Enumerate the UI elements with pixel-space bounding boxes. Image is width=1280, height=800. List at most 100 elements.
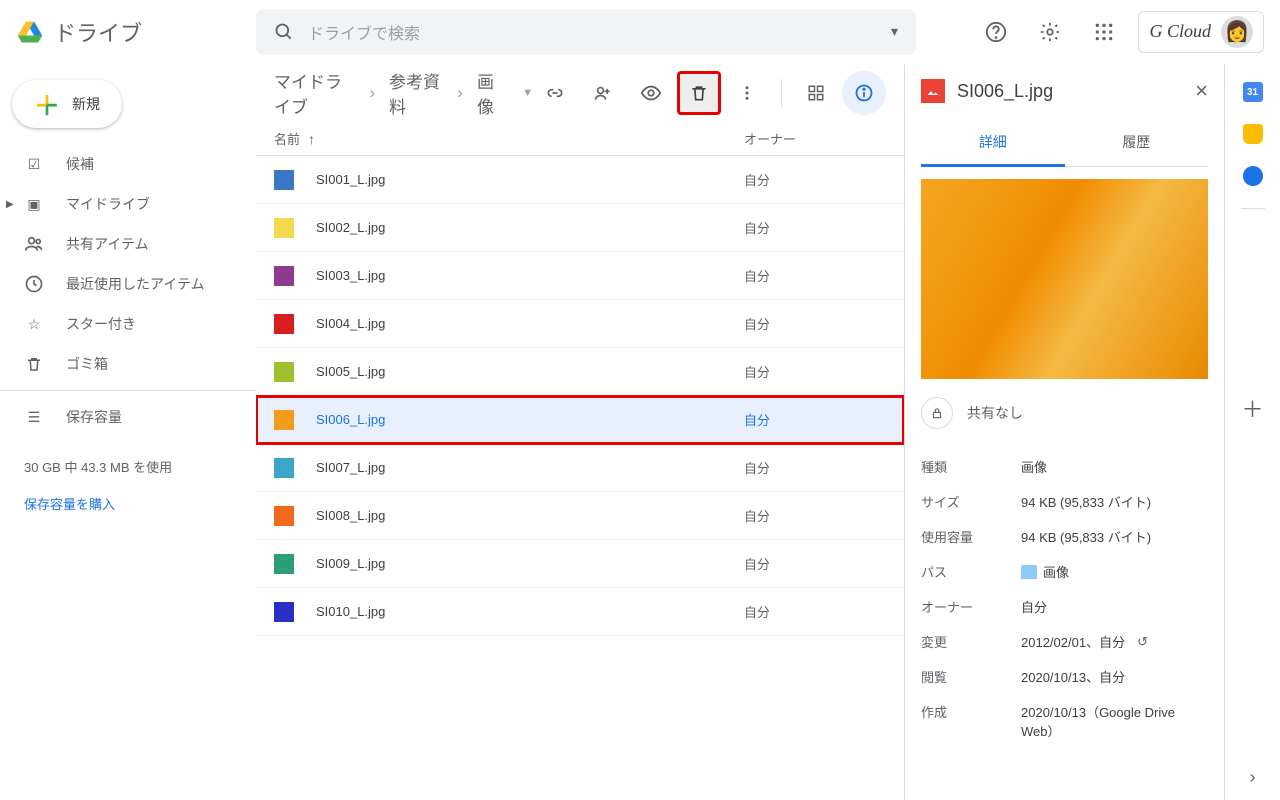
file-name: SI001_L.jpg bbox=[316, 172, 744, 187]
settings-icon[interactable] bbox=[1030, 12, 1070, 52]
file-row[interactable]: SI008_L.jpg自分 bbox=[256, 492, 904, 540]
nav-priority[interactable]: ☑候補 bbox=[0, 144, 256, 184]
share-status: 共有なし bbox=[921, 397, 1208, 429]
file-name: SI007_L.jpg bbox=[316, 460, 744, 475]
storage-buy-link[interactable]: 保存容量を購入 bbox=[24, 494, 232, 513]
search-input[interactable]: ドライブで検索 bbox=[308, 20, 891, 44]
clock-icon bbox=[24, 274, 44, 294]
logo-area[interactable]: ドライブ bbox=[16, 16, 256, 48]
file-name: SI006_L.jpg bbox=[316, 412, 744, 427]
delete-button[interactable] bbox=[677, 71, 721, 115]
col-owner[interactable]: オーナー bbox=[744, 129, 844, 148]
nav-trash[interactable]: ゴミ箱 bbox=[0, 344, 256, 384]
file-thumb bbox=[274, 362, 294, 382]
more-icon[interactable] bbox=[725, 71, 769, 115]
details-header: SI006_L.jpg × bbox=[921, 78, 1208, 104]
crumb-0[interactable]: マイドライブ bbox=[274, 68, 355, 118]
main: マイドライブ › 参考資料 › 画像 ▼ 名前↑ オーナー SI00 bbox=[256, 64, 904, 800]
search-dropdown-icon[interactable]: ▾ bbox=[891, 23, 898, 40]
drive-icon: ▣ bbox=[24, 196, 44, 213]
search-box[interactable]: ドライブで検索 ▾ bbox=[256, 9, 916, 55]
tab-details[interactable]: 詳細 bbox=[921, 120, 1065, 167]
divider bbox=[781, 79, 782, 107]
details-tabs: 詳細 履歴 bbox=[921, 120, 1208, 167]
avatar[interactable]: 👩 bbox=[1221, 16, 1253, 48]
file-row[interactable]: SI005_L.jpg自分 bbox=[256, 348, 904, 396]
file-row[interactable]: SI007_L.jpg自分 bbox=[256, 444, 904, 492]
file-thumb bbox=[274, 458, 294, 478]
toolbar-actions bbox=[533, 71, 886, 115]
file-owner: 自分 bbox=[744, 314, 770, 333]
close-icon[interactable]: × bbox=[1195, 78, 1208, 104]
account-label: G Cloud bbox=[1149, 21, 1211, 42]
details-title: SI006_L.jpg bbox=[957, 81, 1183, 102]
file-name: SI008_L.jpg bbox=[316, 508, 744, 523]
crumb-1[interactable]: 参考資料 bbox=[389, 68, 443, 118]
file-row[interactable]: SI001_L.jpg自分 bbox=[256, 156, 904, 204]
file-row[interactable]: SI010_L.jpg自分 bbox=[256, 588, 904, 636]
preview-icon[interactable] bbox=[629, 71, 673, 115]
new-button-label: 新規 bbox=[72, 94, 100, 114]
file-owner: 自分 bbox=[744, 554, 770, 573]
details-meta: 種類画像 サイズ94 KB (95,833 バイト) 使用容量94 KB (95… bbox=[921, 449, 1208, 748]
header-actions: G Cloud 👩 bbox=[976, 11, 1264, 53]
nav-shared[interactable]: 共有アイテム bbox=[0, 224, 256, 264]
file-owner: 自分 bbox=[744, 362, 770, 381]
calendar-icon[interactable]: 31 bbox=[1243, 82, 1263, 102]
file-owner: 自分 bbox=[744, 218, 770, 237]
file-owner: 自分 bbox=[744, 458, 770, 477]
preview-image[interactable] bbox=[921, 179, 1208, 379]
account-switcher[interactable]: G Cloud 👩 bbox=[1138, 11, 1264, 53]
folder-icon bbox=[1021, 565, 1037, 579]
view-grid-icon[interactable] bbox=[794, 71, 838, 115]
storage-info: 30 GB 中 43.3 MB を使用 保存容量を購入 bbox=[0, 437, 256, 523]
file-thumb bbox=[274, 170, 294, 190]
trash-icon bbox=[24, 355, 44, 373]
nav-starred[interactable]: ☆スター付き bbox=[0, 304, 256, 344]
history-icon[interactable]: ↺ bbox=[1137, 634, 1148, 650]
drive-logo-icon bbox=[16, 18, 44, 46]
nav-recent[interactable]: 最近使用したアイテム bbox=[0, 264, 256, 304]
apps-icon[interactable] bbox=[1084, 12, 1124, 52]
nav-storage[interactable]: ☰保存容量 bbox=[0, 397, 256, 437]
file-row[interactable]: SI003_L.jpg自分 bbox=[256, 252, 904, 300]
file-row[interactable]: SI009_L.jpg自分 bbox=[256, 540, 904, 588]
file-row[interactable]: SI006_L.jpg自分 bbox=[256, 396, 904, 444]
info-icon[interactable] bbox=[842, 71, 886, 115]
tab-history[interactable]: 履歴 bbox=[1065, 120, 1209, 166]
file-row[interactable]: SI004_L.jpg自分 bbox=[256, 300, 904, 348]
chevron-down-icon[interactable]: ▼ bbox=[522, 87, 533, 99]
help-icon[interactable] bbox=[976, 12, 1016, 52]
people-icon bbox=[24, 234, 44, 254]
file-name: SI010_L.jpg bbox=[316, 604, 744, 619]
file-name: SI004_L.jpg bbox=[316, 316, 744, 331]
header: ドライブ ドライブで検索 ▾ G Cloud 👩 bbox=[0, 0, 1280, 64]
new-button[interactable]: ＋ 新規 bbox=[12, 80, 122, 128]
get-link-icon[interactable] bbox=[533, 71, 577, 115]
keep-icon[interactable] bbox=[1243, 124, 1263, 144]
separator bbox=[0, 390, 256, 391]
breadcrumb: マイドライブ › 参考資料 › 画像 ▼ bbox=[274, 68, 533, 118]
image-file-icon bbox=[921, 79, 945, 103]
app-name: ドライブ bbox=[54, 16, 142, 48]
file-thumb bbox=[274, 410, 294, 430]
chevron-right-icon: › bbox=[369, 83, 375, 103]
sort-asc-icon: ↑ bbox=[308, 131, 315, 147]
details-panel: SI006_L.jpg × 詳細 履歴 共有なし 種類画像 サイズ94 KB (… bbox=[904, 64, 1224, 800]
column-headers: 名前↑ オーナー bbox=[256, 122, 904, 156]
search-icon bbox=[274, 22, 294, 42]
file-owner: 自分 bbox=[744, 266, 770, 285]
file-row[interactable]: SI002_L.jpg自分 bbox=[256, 204, 904, 252]
col-name[interactable]: 名前↑ bbox=[274, 129, 744, 148]
share-icon[interactable] bbox=[581, 71, 625, 115]
file-thumb bbox=[274, 506, 294, 526]
tasks-icon[interactable] bbox=[1243, 166, 1263, 186]
nav-my-drive[interactable]: ▶▣マイドライブ bbox=[0, 184, 256, 224]
file-owner: 自分 bbox=[744, 410, 770, 429]
file-owner: 自分 bbox=[744, 506, 770, 525]
collapse-rail-icon[interactable]: › bbox=[1250, 767, 1256, 788]
storage-icon: ☰ bbox=[24, 409, 44, 426]
add-app-icon[interactable]: ＋ bbox=[1241, 392, 1263, 424]
expand-icon[interactable]: ▶ bbox=[6, 199, 14, 210]
crumb-2[interactable]: 画像 bbox=[477, 68, 504, 118]
